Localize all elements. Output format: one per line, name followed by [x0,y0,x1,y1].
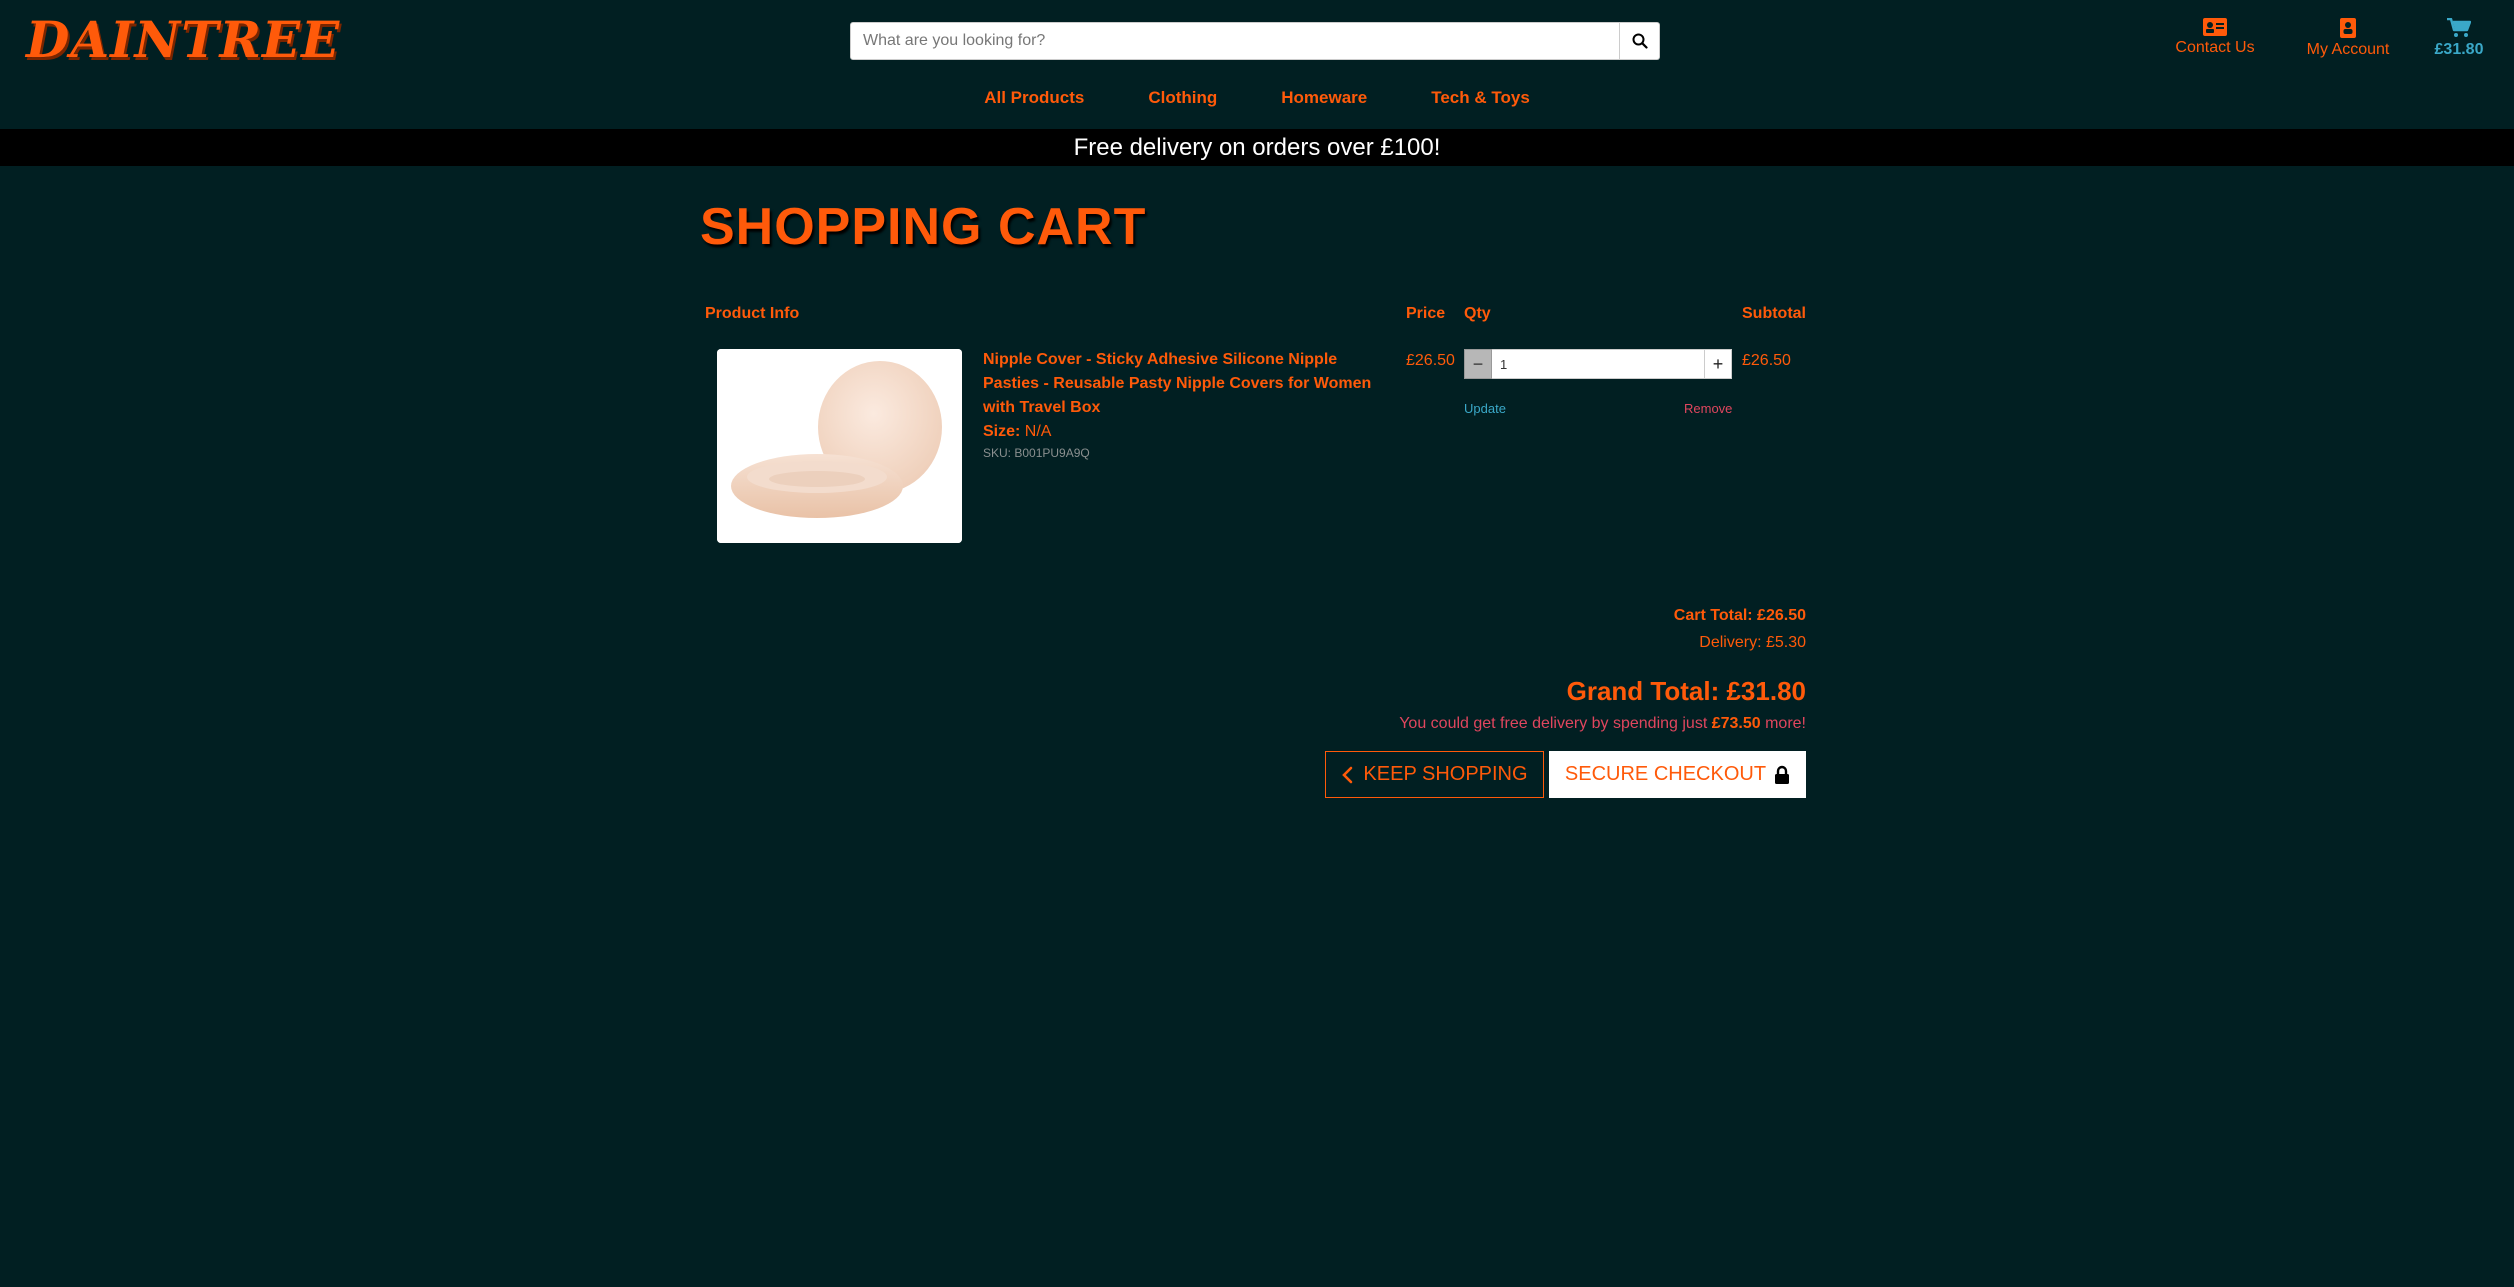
nav-clothing[interactable]: Clothing [1116,88,1249,108]
nav-tech-toys[interactable]: Tech & Toys [1399,88,1562,108]
qty-input[interactable] [1492,349,1704,379]
lock-icon [1775,765,1790,784]
secure-checkout-button[interactable]: SECURE CHECKOUT [1549,751,1806,798]
minus-icon: − [1472,353,1484,374]
plus-icon: + [1712,353,1724,374]
product-image[interactable] [717,349,962,543]
cart-total-label: £31.80 [2434,41,2484,58]
contact-us-label: Contact Us [2175,39,2255,56]
remove-link[interactable]: Remove [1684,401,1732,416]
main-nav: All Products Clothing Homeware Tech & To… [0,88,2514,108]
search-input[interactable] [850,22,1620,60]
search-button[interactable] [1620,22,1660,60]
my-account-label: My Account [2306,41,2390,58]
delivery-cost: Delivery: £5.30 [1699,634,1806,651]
secure-checkout-label: SECURE CHECKOUT [1564,763,1767,785]
page-title: SHOPPING CART [700,198,1147,256]
free-delivery-amount: £73.50 [1711,715,1761,732]
site-logo[interactable]: DAINTREE [26,10,340,69]
column-qty: Qty [1464,305,1491,322]
nav-homeware[interactable]: Homeware [1249,88,1399,108]
size-value: N/A [1024,423,1052,440]
product-name-link[interactable]: Nipple Cover - Sticky Adhesive Silicone … [983,348,1383,420]
chevron-left-icon [1342,766,1353,783]
product-sku: SKU: B001PU9A9Q [983,446,1090,460]
free-delivery-suffix: more! [1760,715,1806,732]
column-price: Price [1406,305,1446,322]
cart-link[interactable]: £31.80 [2428,18,2490,59]
nipple-cover-image [717,349,962,543]
size-label: Size: [983,423,1021,440]
quantity-stepper: − + [1464,349,1732,379]
cart-icon [2447,18,2471,37]
promo-banner: Free delivery on orders over £100! [0,129,2514,166]
product-price: £26.50 [1406,352,1455,369]
search-icon [1632,33,1648,49]
free-delivery-prefix: You could get free delivery by spending … [1399,715,1712,732]
product-size: Size: N/A [983,423,1051,441]
free-delivery-message: You could get free delivery by spending … [1399,715,1806,733]
product-subtotal: £26.50 [1742,352,1791,369]
account-icon [2340,18,2356,38]
grand-total: Grand Total: £31.80 [1566,676,1806,706]
cart-total: Cart Total: £26.50 [1673,607,1806,624]
my-account-link[interactable]: My Account [2303,18,2393,59]
column-subtotal: Subtotal [1742,305,1806,322]
update-link[interactable]: Update [1464,401,1506,416]
nav-all-products[interactable]: All Products [952,88,1116,108]
contact-us-link[interactable]: Contact Us [2170,18,2260,57]
qty-increment-button[interactable]: + [1704,349,1732,379]
keep-shopping-label: KEEP SHOPPING [1363,763,1528,785]
qty-decrement-button[interactable]: − [1464,349,1492,379]
contact-card-icon [2203,18,2227,36]
search-bar [850,22,1660,60]
column-product-info: Product Info [705,305,800,322]
keep-shopping-button[interactable]: KEEP SHOPPING [1325,751,1544,798]
